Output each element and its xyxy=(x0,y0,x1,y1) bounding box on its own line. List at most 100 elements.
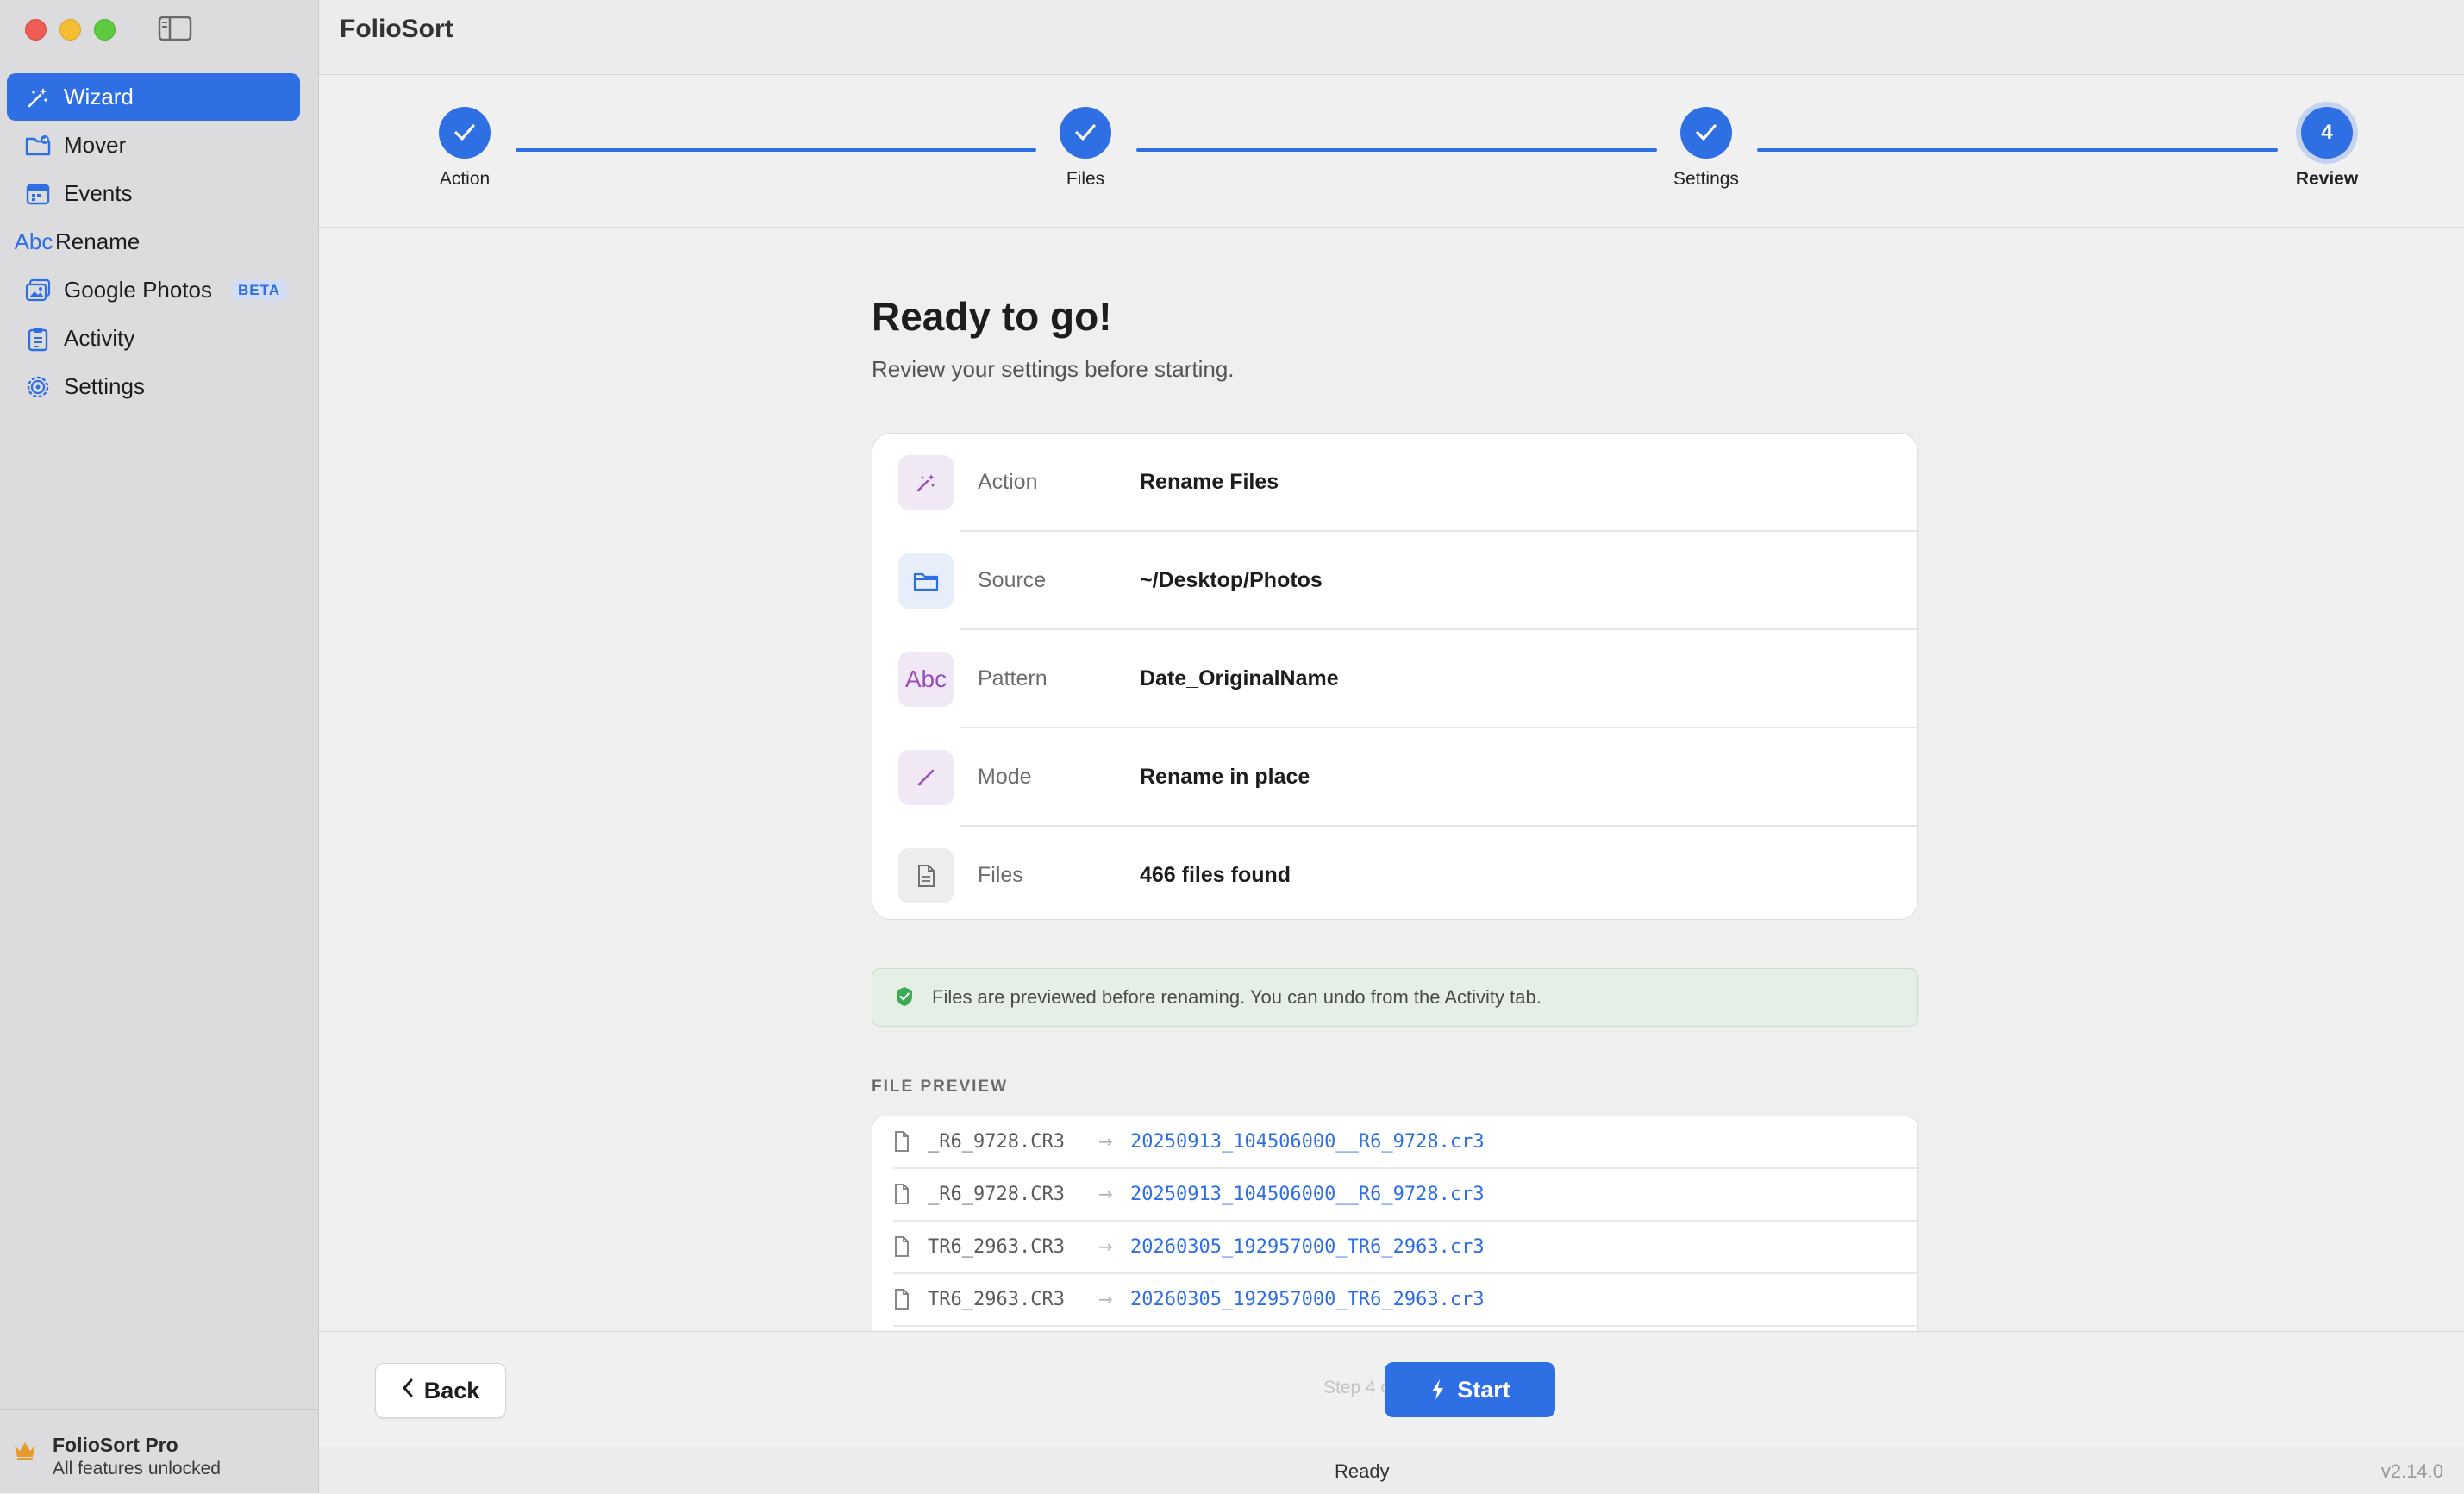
pro-subtitle: All features unlocked xyxy=(53,1459,221,1478)
sidebar-item-label: Events xyxy=(64,180,133,206)
notice-text: Files are previewed before renaming. You… xyxy=(932,986,1542,1008)
chevron-left-icon xyxy=(402,1378,414,1404)
sidebar-item-settings[interactable]: Settings xyxy=(7,363,300,410)
window-close-button[interactable] xyxy=(25,19,47,41)
step-connector xyxy=(1757,148,2278,152)
sidebar-item-label: Mover xyxy=(64,132,127,158)
summary-value: ~/Desktop/Photos xyxy=(1140,568,1323,592)
summary-value: Rename in place xyxy=(1140,765,1310,789)
wizard-stepper: Action Files Settings 4 Review xyxy=(319,75,2464,228)
abc-icon: Abc xyxy=(14,228,53,254)
summary-value: 466 files found xyxy=(1140,863,1291,887)
arrow-icon: → xyxy=(1098,1236,1113,1257)
original-filename: TR6_2963.CR3 xyxy=(928,1236,1065,1258)
sidebar-toggle-icon[interactable] xyxy=(158,16,192,41)
pencil-icon xyxy=(898,750,954,805)
summary-value: Rename Files xyxy=(1140,470,1279,494)
sidebar-nav: Wizard Mover Events Abc Rename Google Ph… xyxy=(7,73,300,411)
summary-row-files: Files 466 files found xyxy=(872,827,1917,925)
check-icon xyxy=(1060,107,1111,159)
wand-icon xyxy=(21,80,55,115)
sidebar-item-wizard[interactable]: Wizard xyxy=(7,73,300,121)
abc-icon: Abc xyxy=(898,652,954,707)
arrow-icon: → xyxy=(1098,1184,1113,1204)
wand-icon xyxy=(898,455,954,510)
shield-check-icon xyxy=(895,986,914,1011)
main-content: Ready to go! Review your settings before… xyxy=(319,228,2464,1332)
original-filename: _R6_9728.CR3 xyxy=(928,1184,1065,1205)
step-connector xyxy=(516,148,1036,152)
list-item: TR6_2963.CR3 → 20260305_192957000_TR6_29… xyxy=(893,1222,1917,1274)
calendar-icon xyxy=(21,177,55,211)
list-item: TR6_2963.CR3 → 20260305_192957000_TR6_29… xyxy=(893,1274,1917,1327)
sidebar-item-events[interactable]: Events xyxy=(7,170,300,217)
photos-icon xyxy=(21,273,55,308)
titlebar: FolioSort xyxy=(319,0,2464,75)
check-icon xyxy=(1680,107,1732,159)
arrow-icon: → xyxy=(1098,1289,1113,1310)
sidebar-item-google-photos[interactable]: Google Photos BETA xyxy=(7,266,300,314)
arrow-icon: → xyxy=(1098,1131,1113,1152)
file-preview-label: FILE PREVIEW xyxy=(872,1078,1009,1096)
summary-label: Files xyxy=(978,863,1023,887)
back-button[interactable]: Back xyxy=(375,1363,506,1418)
step-settings[interactable]: Settings xyxy=(1654,107,1758,190)
step-number: 4 xyxy=(2301,107,2353,159)
bolt-icon xyxy=(1432,1379,1444,1400)
summary-row-source: Source ~/Desktop/Photos xyxy=(872,532,1917,630)
window-zoom-button[interactable] xyxy=(94,19,116,41)
status-bar: Ready v2.14.0 xyxy=(319,1447,2464,1494)
sidebar: Wizard Mover Events Abc Rename Google Ph… xyxy=(0,0,319,1493)
window-minimize-button[interactable] xyxy=(59,19,81,41)
summary-row-action: Action Rename Files xyxy=(872,434,1917,532)
crown-icon xyxy=(12,1439,38,1466)
sidebar-item-rename[interactable]: Abc Rename xyxy=(7,218,300,266)
status-text: Ready xyxy=(1335,1460,1390,1482)
document-icon xyxy=(893,1130,910,1158)
new-filename: 20260305_192957000_TR6_2963.cr3 xyxy=(1130,1289,1485,1310)
pro-status: FolioSort Pro All features unlocked xyxy=(0,1409,318,1493)
start-label: Start xyxy=(1457,1376,1510,1403)
sidebar-item-label: Rename xyxy=(55,228,141,254)
summary-label: Mode xyxy=(978,765,1032,789)
folder-icon xyxy=(898,553,954,609)
step-label: Action xyxy=(439,169,491,189)
sidebar-item-label: Wizard xyxy=(64,84,134,109)
document-icon xyxy=(893,1183,910,1210)
summary-card: Action Rename Files Source ~/Desktop/Pho… xyxy=(872,433,1918,920)
page-subtitle: Review your settings before starting. xyxy=(872,356,1235,382)
step-files[interactable]: Files xyxy=(1034,107,1137,190)
document-icon xyxy=(893,1288,910,1316)
step-review[interactable]: 4 Review xyxy=(2275,107,2379,190)
version-label: v2.14.0 xyxy=(2380,1460,2443,1482)
sidebar-item-label: Google Photos xyxy=(64,277,213,303)
pro-title: FolioSort Pro xyxy=(53,1434,178,1456)
step-label: Review xyxy=(2295,169,2359,189)
sidebar-item-label: Activity xyxy=(64,325,135,351)
new-filename: 20250913_104506000__R6_9728.cr3 xyxy=(1130,1184,1485,1205)
original-filename: TR6_2963.CR3 xyxy=(928,1289,1065,1310)
list-item: _R6_9728.CR3 → 20250913_104506000__R6_97… xyxy=(893,1116,1917,1169)
wizard-footer: Back Step 4 of 4 Start xyxy=(319,1331,2464,1447)
step-action[interactable]: Action xyxy=(413,107,516,190)
start-button[interactable]: Start xyxy=(1385,1362,1555,1417)
app-title: FolioSort xyxy=(340,15,453,43)
sidebar-item-mover[interactable]: Mover xyxy=(7,122,300,169)
document-icon xyxy=(898,848,954,903)
sidebar-item-label: Settings xyxy=(64,373,145,399)
beta-badge: BETA xyxy=(231,279,288,301)
clipboard-icon xyxy=(21,322,55,356)
gear-icon xyxy=(21,370,55,404)
summary-value: Date_OriginalName xyxy=(1140,666,1339,691)
list-item: _R6_9728.CR3 → 20250913_104506000__R6_97… xyxy=(893,1169,1917,1222)
back-label: Back xyxy=(423,1377,480,1403)
step-label: Settings xyxy=(1673,169,1739,189)
step-connector xyxy=(1136,148,1657,152)
file-preview-list: _R6_9728.CR3 → 20250913_104506000__R6_97… xyxy=(872,1116,1918,1332)
summary-label: Source xyxy=(978,568,1047,592)
new-filename: 20250913_104506000__R6_9728.cr3 xyxy=(1130,1131,1485,1153)
check-icon xyxy=(439,107,491,159)
folder-move-icon xyxy=(21,128,55,163)
original-filename: _R6_9728.CR3 xyxy=(928,1131,1065,1153)
sidebar-item-activity[interactable]: Activity xyxy=(7,315,300,362)
